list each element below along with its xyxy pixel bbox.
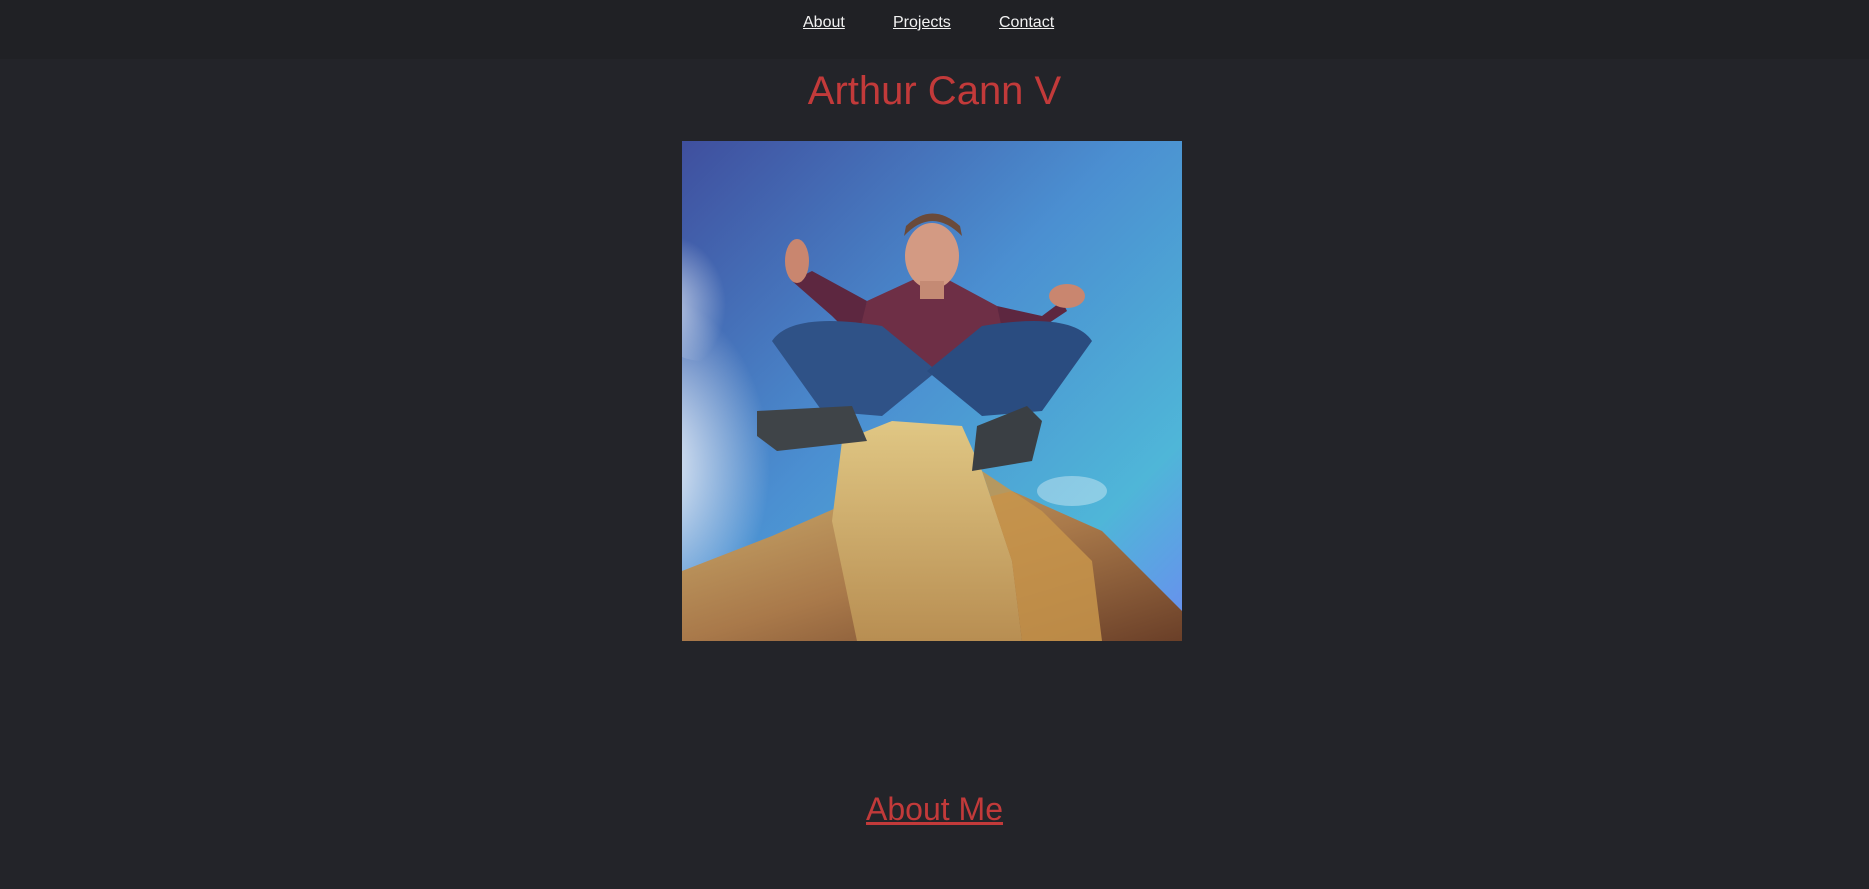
nav-link-projects[interactable]: Projects (893, 13, 951, 33)
about-me-heading: About Me (0, 789, 1869, 829)
profile-photo (682, 141, 1182, 641)
about-me-link[interactable]: About Me (866, 791, 1003, 827)
page-title: Arthur Cann V (807, 69, 1062, 113)
nav-link-about[interactable]: About (803, 13, 845, 33)
nav-link-contact[interactable]: Contact (999, 13, 1054, 33)
top-navigation: About Projects Contact (0, 0, 1869, 59)
